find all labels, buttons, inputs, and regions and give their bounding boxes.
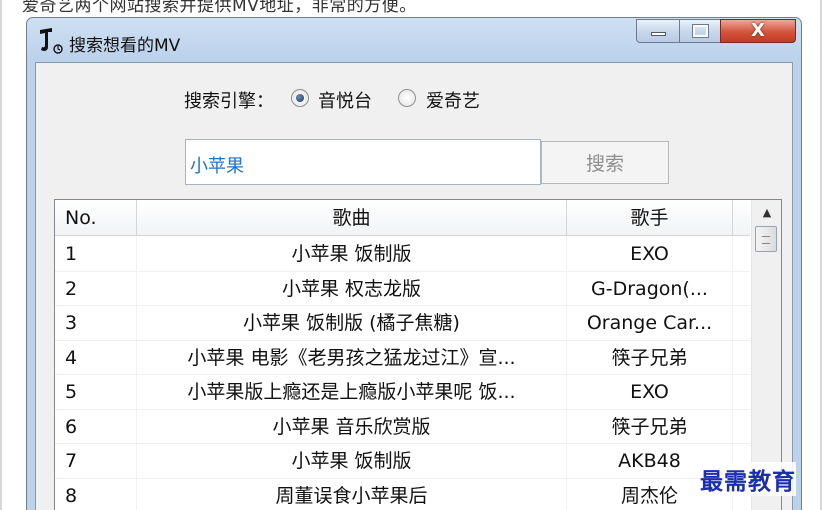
cell-artist: EXO: [567, 237, 733, 271]
cell-song: 小苹果 饭制版: [137, 444, 567, 478]
cell-artist: Orange Car...: [567, 306, 733, 340]
column-header-filler: [733, 200, 750, 236]
maximize-button[interactable]: [679, 19, 721, 43]
scroll-up-arrow-icon[interactable]: ▲: [756, 203, 778, 223]
table-row[interactable]: 5 小苹果版上瘾还是上瘾版小苹果呢 饭... EXO: [55, 375, 750, 410]
cell-artist: 筷子兄弟: [567, 340, 733, 374]
column-header-artist[interactable]: 歌手: [567, 200, 733, 236]
cell-song: 小苹果 电影《老男孩之猛龙过江》宣...: [137, 340, 567, 374]
cell-artist: 筷子兄弟: [567, 409, 733, 443]
page-border-left: [0, 0, 2, 510]
radio-yinyuetai[interactable]: [291, 89, 309, 107]
table-row[interactable]: 2 小苹果 权志龙版 G-Dragon(...: [55, 271, 750, 306]
search-button[interactable]: 搜索: [541, 141, 669, 184]
cell-song: 小苹果 权志龙版: [137, 271, 567, 305]
cell-no: 1: [55, 237, 137, 271]
radio-iqiyi[interactable]: [398, 89, 416, 107]
cell-no: 4: [55, 340, 137, 374]
table-row[interactable]: 3 小苹果 饭制版 (橘子焦糖) Orange Car...: [55, 306, 750, 341]
search-input[interactable]: 小苹果: [185, 139, 541, 185]
cell-no: 6: [55, 409, 137, 443]
radio-label-iqiyi[interactable]: 爱奇艺: [426, 87, 480, 113]
column-header-no[interactable]: No.: [55, 200, 137, 236]
close-icon: X: [751, 20, 765, 41]
results-header: No. 歌曲 歌手: [55, 200, 750, 236]
cell-song: 周董误食小苹果后: [137, 478, 567, 510]
watermark-logo: 最需教育: [700, 462, 796, 496]
cell-song: 小苹果 饭制版 (橘子焦糖): [137, 306, 567, 340]
table-row[interactable]: 8 周董误食小苹果后 周杰伦: [55, 478, 750, 510]
table-row[interactable]: 4 小苹果 电影《老男孩之猛龙过江》宣... 筷子兄弟: [55, 340, 750, 375]
mv-search-window: 搜索想看的MV X 搜索引擎： 音悦台 爱奇艺 小苹果 搜索 No. 歌曲 歌手: [26, 17, 802, 510]
cell-no: 3: [55, 306, 137, 340]
table-row[interactable]: 6 小苹果 音乐欣赏版 筷子兄弟: [55, 409, 750, 444]
cell-no: 8: [55, 478, 137, 510]
engine-label: 搜索引擎：: [184, 91, 274, 112]
cell-no: 2: [55, 271, 137, 305]
close-button[interactable]: X: [720, 19, 796, 43]
results-list[interactable]: No. 歌曲 歌手 1 小苹果 饭制版 EXO 2 小苹果 权志龙版 G-Dra…: [54, 199, 782, 510]
table-row[interactable]: 1 小苹果 饭制版 EXO: [55, 237, 750, 272]
scroll-thumb[interactable]: [755, 226, 777, 252]
maximize-icon: [692, 24, 709, 38]
table-row[interactable]: 7 小苹果 饭制版 AKB48: [55, 444, 750, 479]
window-client-area: 搜索引擎： 音悦台 爱奇艺 小苹果 搜索 No. 歌曲 歌手 1 小苹果 饭制版…: [35, 62, 793, 510]
radio-label-yinyuetai[interactable]: 音悦台: [318, 87, 372, 113]
window-title: 搜索想看的MV: [69, 36, 181, 56]
minimize-icon: [651, 32, 666, 36]
minimize-button[interactable]: [636, 19, 680, 43]
cell-song: 小苹果版上瘾还是上瘾版小苹果呢 饭...: [137, 375, 567, 409]
cell-song: 小苹果 饭制版: [137, 237, 567, 271]
cell-artist: G-Dragon(...: [567, 271, 733, 305]
results-rows: 1 小苹果 饭制版 EXO 2 小苹果 权志龙版 G-Dragon(... 3 …: [55, 237, 750, 510]
cell-no: 5: [55, 375, 137, 409]
title-bar[interactable]: 搜索想看的MV X: [27, 18, 801, 62]
page-intro-text: 爱奇艺两个网站搜索并提供MV地址，非常的方便。: [22, 0, 417, 16]
cell-no: 7: [55, 444, 137, 478]
cell-song: 小苹果 音乐欣赏版: [137, 409, 567, 443]
app-icon: [40, 28, 63, 54]
cell-artist: EXO: [567, 375, 733, 409]
column-header-song[interactable]: 歌曲: [137, 200, 567, 236]
